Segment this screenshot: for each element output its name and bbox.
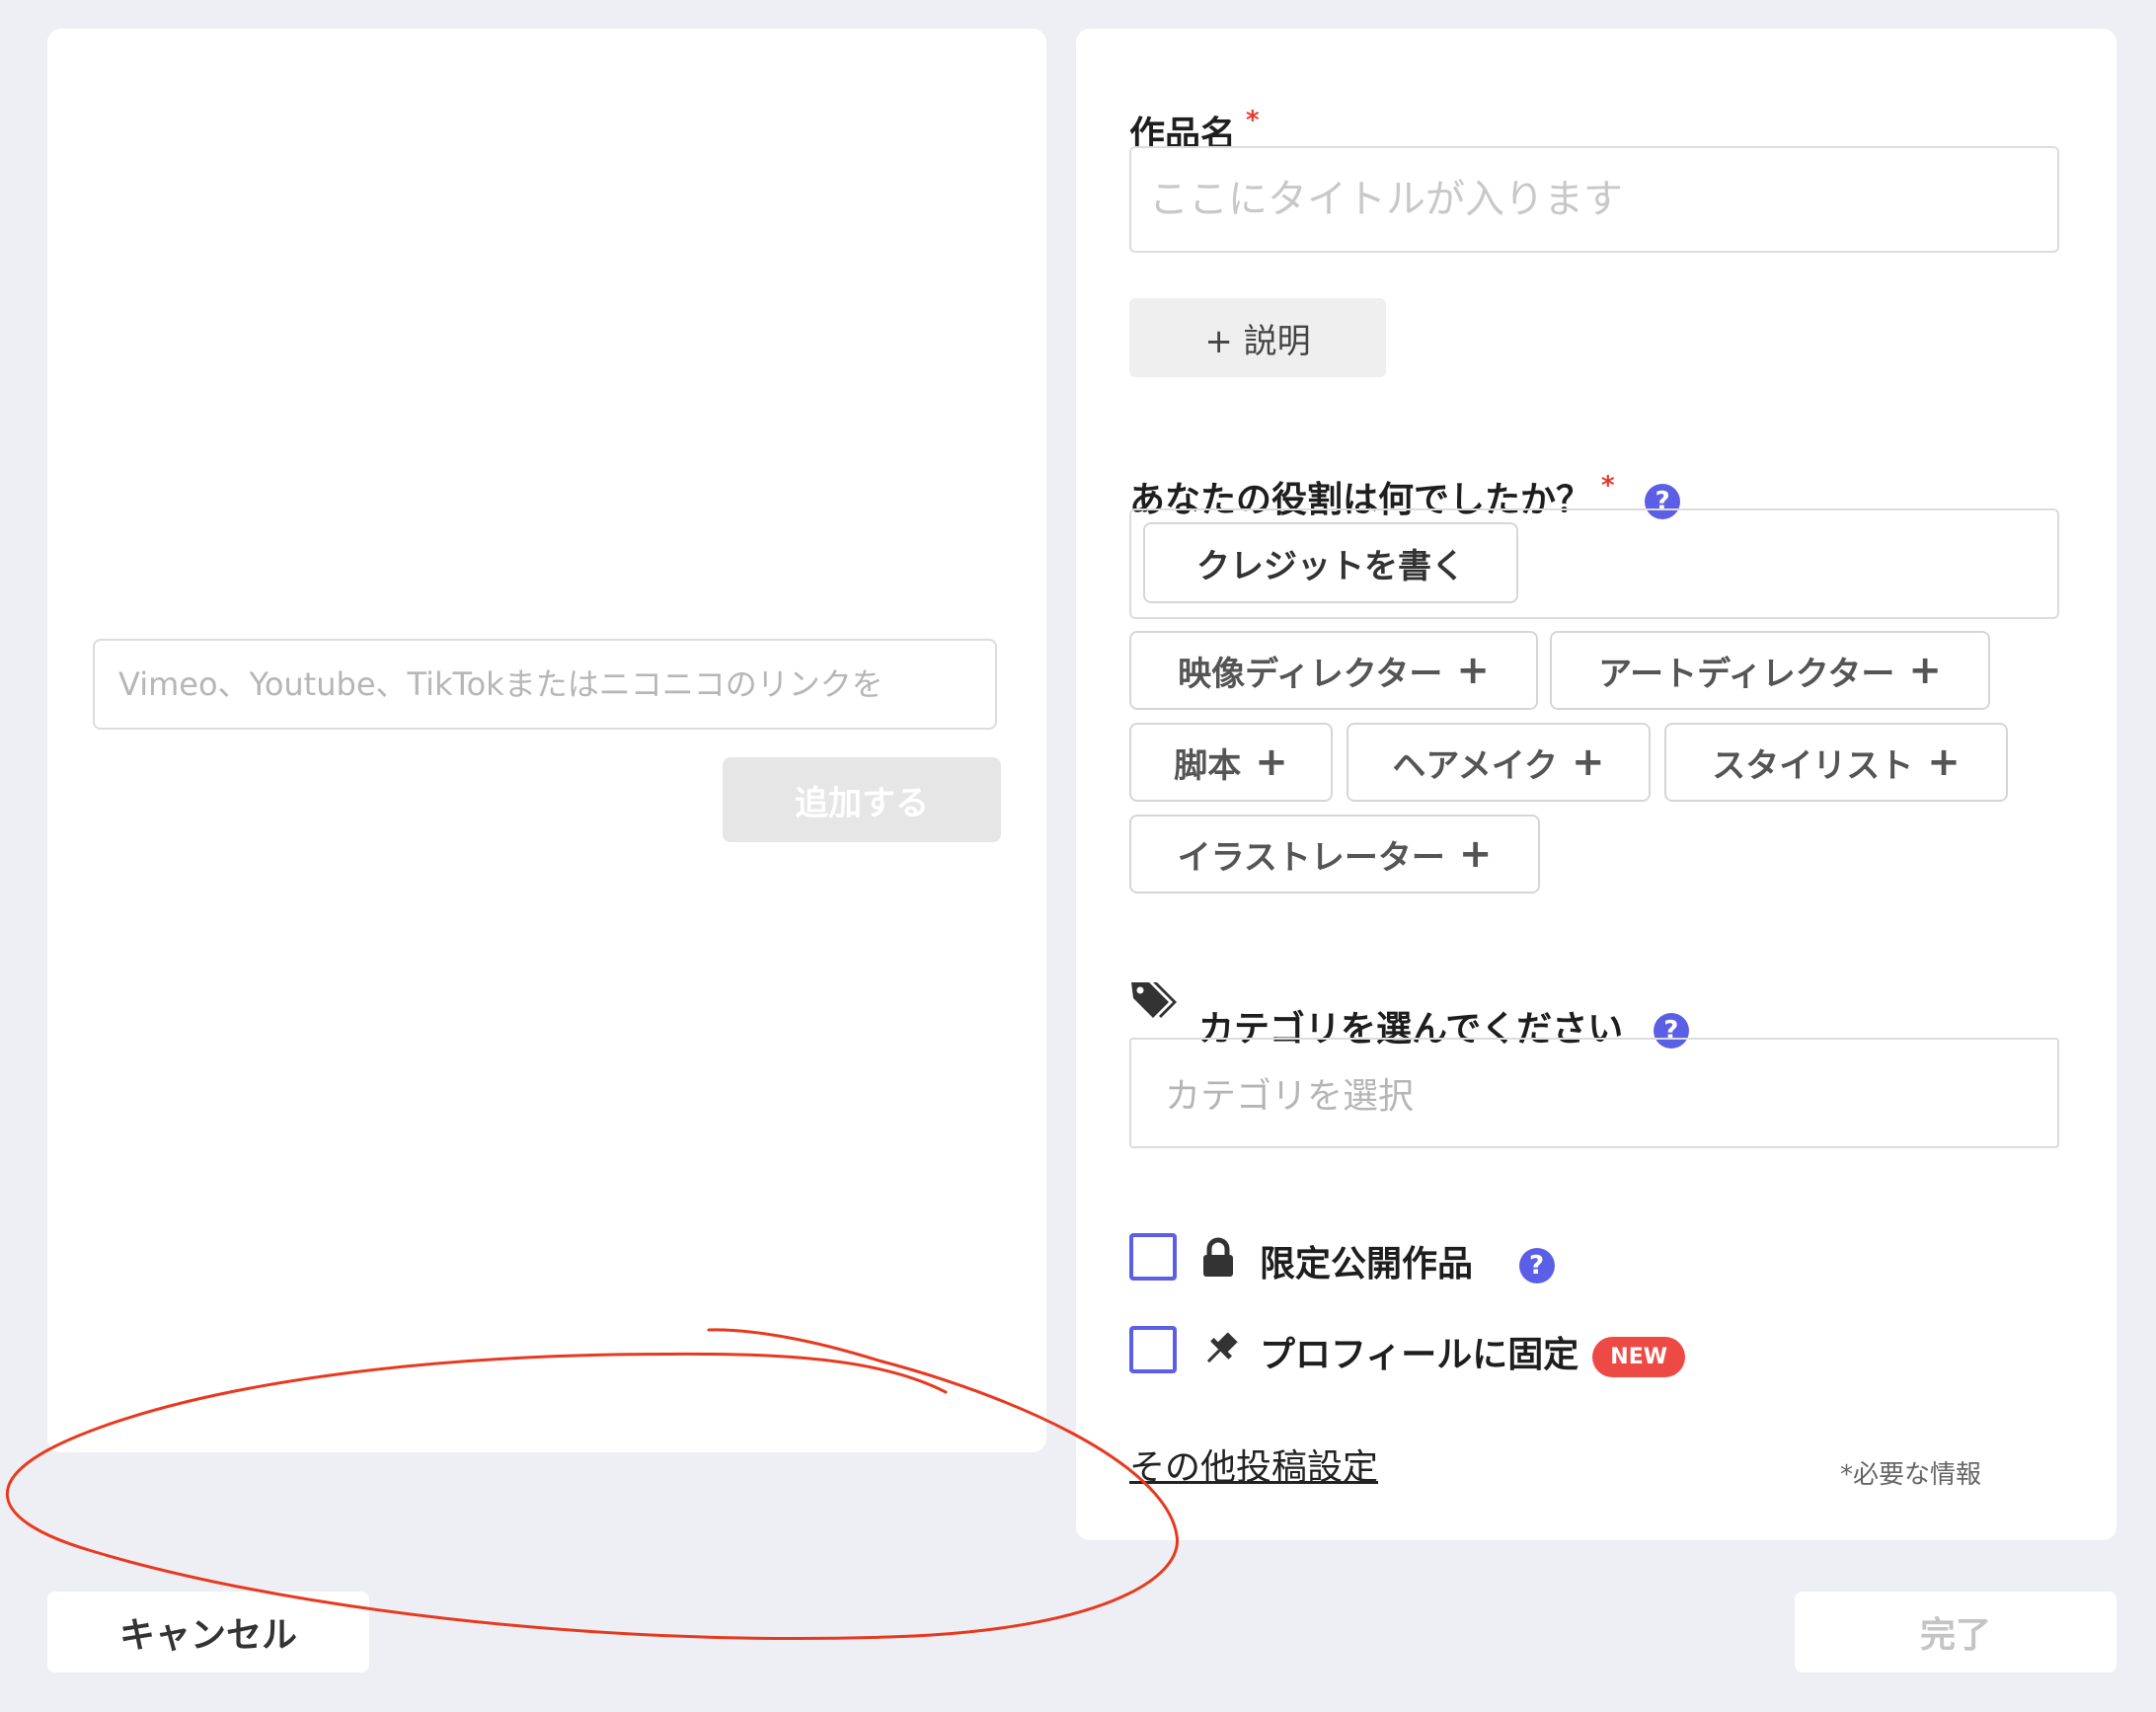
details-panel: 作品名* + 説明 あなたの役割は何でしたか？* ? クレジットを書く 映像ディ… xyxy=(1076,29,2117,1540)
required-mark: * xyxy=(1601,471,1615,501)
role-chip-art-director[interactable]: アートディレクター + xyxy=(1550,631,1990,710)
done-button[interactable]: 完了 xyxy=(1795,1592,2117,1673)
plus-icon: + xyxy=(1572,739,1605,785)
category-select[interactable]: カテゴリを選択 xyxy=(1129,1038,2059,1148)
new-badge: NEW xyxy=(1592,1336,1685,1377)
tag-icon xyxy=(1131,982,1177,1018)
plus-icon: + xyxy=(1456,648,1490,693)
role-chip-label: 脚本 xyxy=(1174,745,1242,786)
role-chip-stylist[interactable]: スタイリスト + xyxy=(1664,723,2008,802)
role-chip-label: 映像ディレクター xyxy=(1178,654,1443,694)
pin-label-row: プロフィールに固定 NEW xyxy=(1260,1326,1685,1377)
plus-icon: + xyxy=(1908,648,1942,693)
role-chip-script[interactable]: 脚本 + xyxy=(1129,723,1333,802)
required-note: *必要な情報 xyxy=(1840,1460,1982,1490)
plus-icon: + xyxy=(1458,831,1493,877)
limited-label-row: 限定公開作品 ? xyxy=(1260,1235,1555,1286)
add-description-button[interactable]: + 説明 xyxy=(1129,298,1386,377)
role-chip-label: アートディレクター xyxy=(1598,654,1895,694)
plus-icon: + xyxy=(1255,739,1288,785)
write-credit-button[interactable]: クレジットを書く xyxy=(1143,522,1518,603)
title-input[interactable] xyxy=(1129,146,2059,253)
cancel-button[interactable]: キャンセル xyxy=(47,1592,369,1673)
plus-icon: + xyxy=(1927,739,1961,785)
limited-label: 限定公開作品 xyxy=(1260,1244,1474,1284)
video-link-input[interactable] xyxy=(93,639,997,730)
other-settings-link[interactable]: その他投稿設定 xyxy=(1129,1439,1378,1490)
role-chip-label: イラストレーター xyxy=(1177,837,1445,878)
limited-checkbox[interactable] xyxy=(1129,1233,1177,1281)
required-mark: * xyxy=(1246,106,1260,135)
role-chip-label: スタイリスト xyxy=(1712,745,1914,786)
role-chip-hair-makeup[interactable]: ヘアメイク + xyxy=(1347,723,1651,802)
lock-icon xyxy=(1203,1237,1233,1277)
credit-box: クレジットを書く xyxy=(1129,508,2059,619)
role-chip-illustrator[interactable]: イラストレーター + xyxy=(1129,815,1540,894)
pin-checkbox[interactable] xyxy=(1129,1326,1177,1373)
help-icon[interactable]: ? xyxy=(1518,1248,1555,1284)
role-chip-label: ヘアメイク xyxy=(1392,745,1559,786)
pin-icon xyxy=(1206,1332,1238,1363)
add-link-button[interactable]: 追加する xyxy=(723,757,1001,842)
pin-label: プロフィールに固定 xyxy=(1260,1335,1579,1375)
role-chip-video-director[interactable]: 映像ディレクター + xyxy=(1129,631,1538,710)
media-panel: 追加する xyxy=(47,29,1046,1452)
